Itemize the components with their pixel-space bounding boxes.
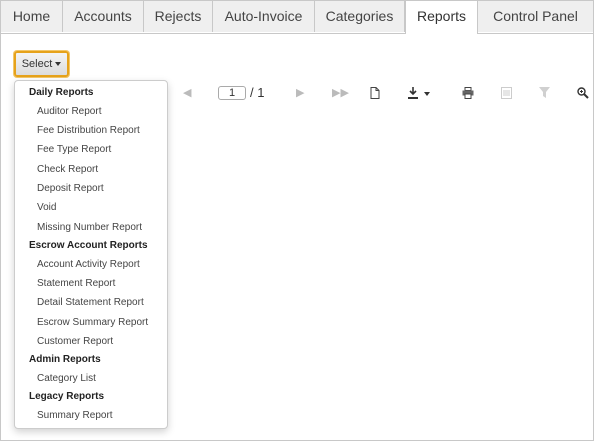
zoom-icon[interactable]: [577, 83, 589, 103]
menu-item-fee-type-report[interactable]: Fee Type Report: [15, 140, 167, 159]
menu-item-deposit-report[interactable]: Deposit Report: [15, 179, 167, 198]
select-button-label: Select: [21, 58, 53, 70]
tab-reports[interactable]: Reports: [405, 1, 478, 34]
menu-item-summary-report[interactable]: Summary Report: [15, 406, 167, 425]
menu-item-fee-distribution-report[interactable]: Fee Distribution Report: [15, 121, 167, 140]
caret-down-icon: [55, 62, 62, 67]
menu-group-header: Admin Reports: [29, 354, 101, 365]
main-tab-bar: Home Accounts Rejects Auto-Invoice Categ…: [1, 1, 593, 34]
tab-auto-invoice[interactable]: Auto-Invoice: [213, 1, 315, 32]
menu-item-auditor-report[interactable]: Auditor Report: [15, 102, 167, 121]
filter-icon[interactable]: [539, 83, 550, 103]
report-toolbar: ◀ / 1 ▶ ▶▶: [166, 83, 593, 103]
menu-item-check-report[interactable]: Check Report: [15, 160, 167, 179]
menu-item-category-list[interactable]: Category List: [15, 369, 167, 388]
tab-categories[interactable]: Categories: [315, 1, 405, 32]
report-select-dropdown-menu: Daily Reports Auditor Report Fee Distrib…: [14, 80, 168, 429]
page-number-input[interactable]: [218, 86, 246, 100]
menu-item-statement-report[interactable]: Statement Report: [15, 274, 167, 293]
download-icon[interactable]: [408, 83, 430, 103]
print-icon[interactable]: [462, 83, 474, 103]
select-report-button[interactable]: Select: [14, 51, 69, 77]
tab-home[interactable]: Home: [1, 1, 63, 32]
menu-item-account-activity-report[interactable]: Account Activity Report: [15, 255, 167, 274]
layout-icon[interactable]: [501, 83, 512, 103]
menu-item-missing-number-report[interactable]: Missing Number Report: [15, 218, 167, 237]
last-page-icon[interactable]: ▶▶: [332, 83, 349, 103]
page-total: / 1: [250, 85, 265, 100]
tab-control-panel[interactable]: Control Panel: [478, 1, 593, 32]
tab-rejects[interactable]: Rejects: [144, 1, 213, 32]
menu-item-detail-statement-report[interactable]: Detail Statement Report: [15, 293, 167, 312]
tab-accounts[interactable]: Accounts: [63, 1, 144, 32]
menu-group-header: Daily Reports: [29, 87, 94, 98]
menu-item-void[interactable]: Void: [15, 198, 167, 217]
document-icon[interactable]: [370, 83, 380, 103]
menu-group-header: Legacy Reports: [29, 391, 105, 402]
menu-item-customer-report[interactable]: Customer Report: [15, 332, 167, 351]
prev-page-icon[interactable]: ◀: [183, 83, 191, 103]
menu-item-escrow-summary-report[interactable]: Escrow Summary Report: [15, 313, 167, 332]
report-viewer-frame: Home Accounts Rejects Auto-Invoice Categ…: [0, 0, 594, 441]
menu-group-header: Escrow Account Reports: [29, 240, 148, 251]
next-page-icon[interactable]: ▶: [296, 83, 304, 103]
